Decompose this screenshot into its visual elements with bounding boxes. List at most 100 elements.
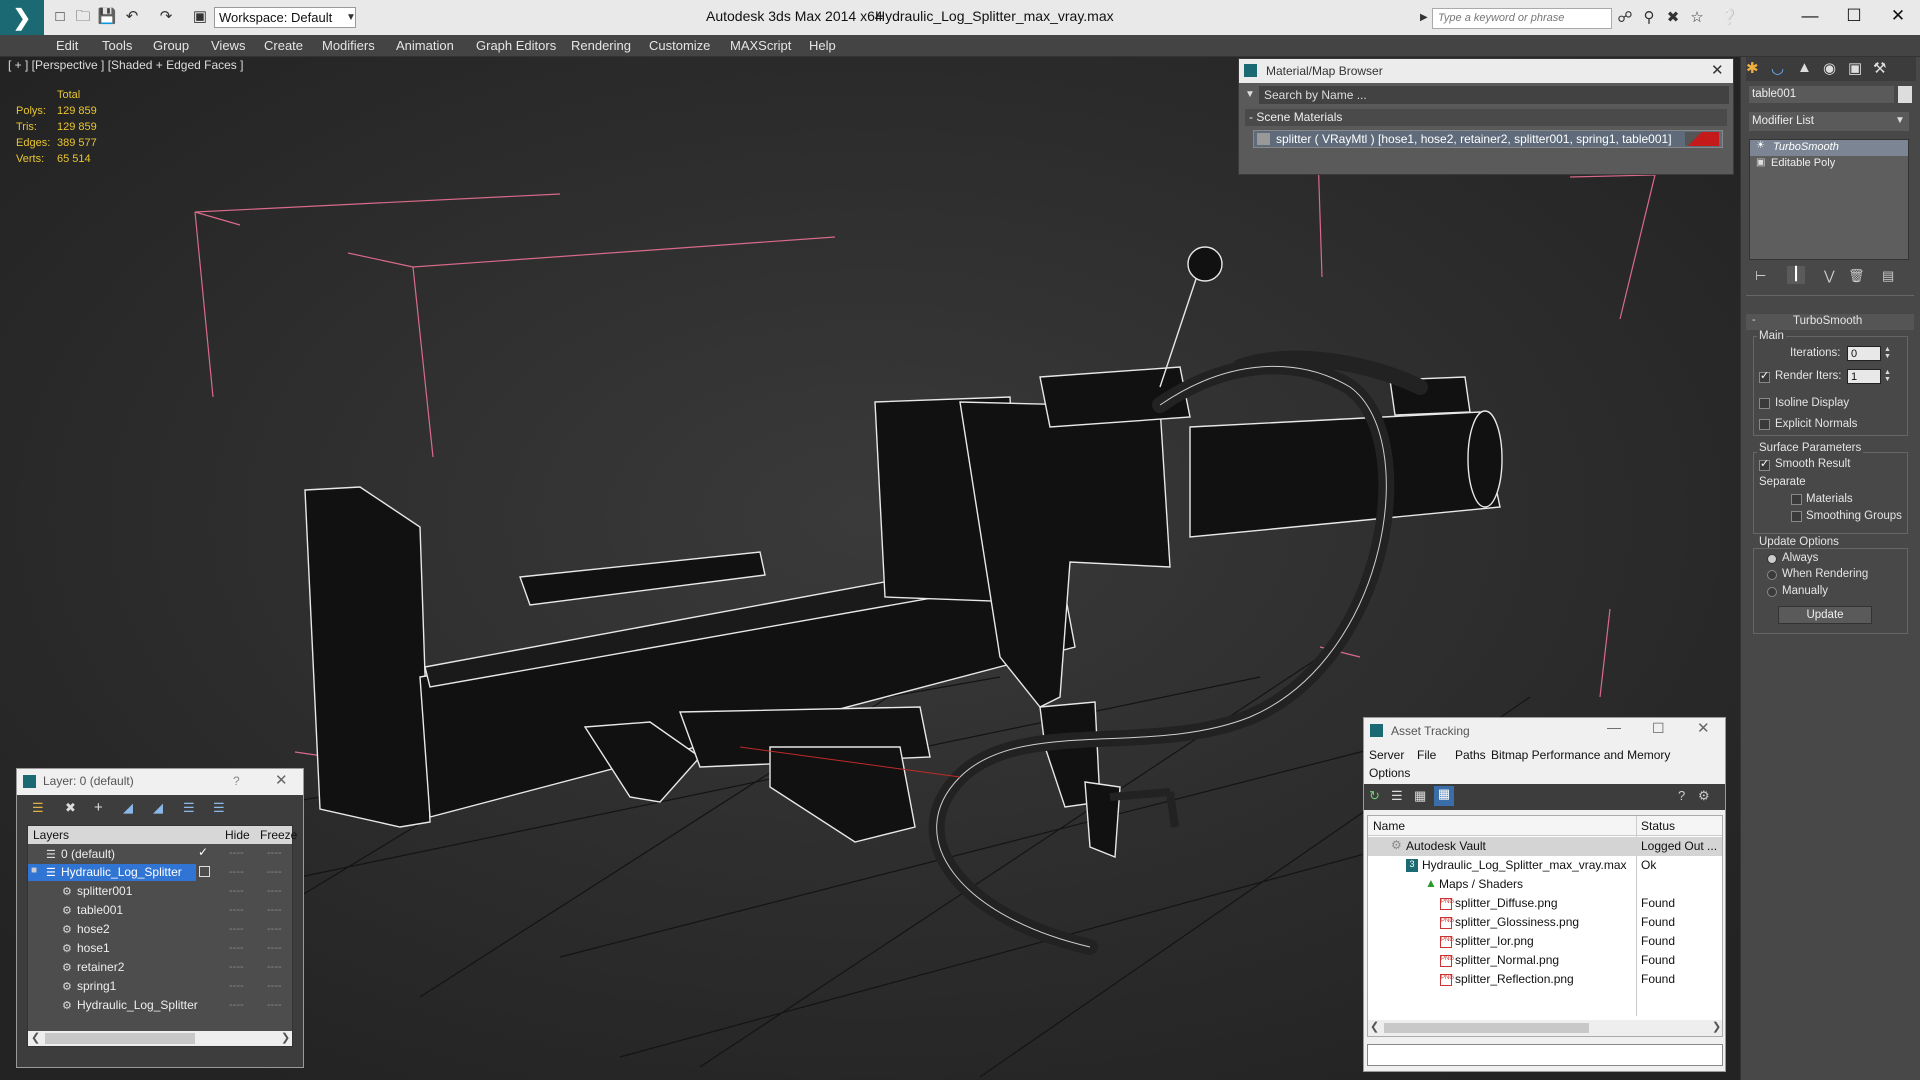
- remove-modifier-icon[interactable]: 🗑: [1848, 268, 1865, 284]
- menu-group[interactable]: Group: [153, 38, 189, 53]
- scrollbar-thumb[interactable]: [45, 1033, 195, 1044]
- new-file-icon[interactable]: □: [50, 7, 70, 27]
- create-layer-icon[interactable]: ☰: [32, 800, 44, 816]
- menu-views[interactable]: Views: [211, 38, 245, 53]
- scene-materials-header[interactable]: - Scene Materials: [1245, 109, 1727, 126]
- asset-path-field[interactable]: [1367, 1044, 1723, 1066]
- menu-animation[interactable]: Animation: [396, 38, 454, 53]
- when-rendering-radio[interactable]: [1767, 570, 1777, 580]
- menu-edit[interactable]: Edit: [56, 38, 78, 53]
- maximize-icon[interactable]: ☐: [1834, 3, 1874, 29]
- freeze-toggle[interactable]: ----: [267, 866, 282, 878]
- chevron-down-icon[interactable]: ▼: [344, 7, 358, 28]
- scroll-right-icon[interactable]: ❯: [281, 1031, 290, 1044]
- binoculars-icon[interactable]: ☍: [1616, 9, 1634, 27]
- asset-name[interactable]: splitter_Diffuse.png: [1455, 894, 1558, 913]
- display-tab-icon[interactable]: ▣: [1848, 59, 1868, 77]
- make-unique-icon[interactable]: ⋁: [1824, 268, 1835, 284]
- close-icon[interactable]: ✕: [1711, 61, 1724, 79]
- help-button[interactable]: ?: [233, 774, 240, 788]
- freeze-toggle[interactable]: ----: [267, 904, 282, 916]
- configure-sets-icon[interactable]: ▤: [1882, 268, 1894, 284]
- freeze-toggle[interactable]: ----: [267, 961, 282, 973]
- freeze-toggle[interactable]: ----: [267, 885, 282, 897]
- freeze-toggle[interactable]: ----: [267, 980, 282, 992]
- layer-object-row[interactable]: splitter001: [77, 882, 132, 901]
- hide-toggle[interactable]: ----: [229, 923, 244, 935]
- close-icon[interactable]: ✕: [1878, 3, 1918, 29]
- render-iters-spinner[interactable]: 1: [1847, 369, 1881, 384]
- key-icon[interactable]: ⚲: [1640, 9, 1658, 27]
- layer-object-row[interactable]: retainer2: [77, 958, 124, 977]
- stack-item-editable-poly[interactable]: Editable Poly: [1771, 157, 1835, 169]
- col-freeze[interactable]: Freeze: [260, 828, 297, 842]
- current-layer-box[interactable]: [199, 866, 210, 877]
- hide-toggle[interactable]: ----: [229, 942, 244, 954]
- workspace-dropdown[interactable]: Workspace: Default: [214, 7, 356, 28]
- hide-toggle[interactable]: ----: [229, 980, 244, 992]
- create-tab-icon[interactable]: ✱: [1746, 59, 1766, 77]
- col-status[interactable]: Status: [1641, 819, 1675, 833]
- list-view-icon[interactable]: ☰: [1391, 788, 1403, 804]
- spinner-arrows-icon[interactable]: ▲ ▼: [1884, 346, 1891, 360]
- settings-icon[interactable]: ⚙: [1698, 788, 1710, 804]
- tools-icon[interactable]: ✖: [1664, 9, 1682, 27]
- freeze-toggle[interactable]: ----: [267, 847, 282, 859]
- freeze-toggle[interactable]: ----: [267, 942, 282, 954]
- freeze-toggle[interactable]: ----: [267, 999, 282, 1011]
- show-end-result-icon[interactable]: ┃: [1787, 266, 1805, 284]
- app-logo-icon[interactable]: ❯: [0, 0, 44, 35]
- freeze-toggle[interactable]: ----: [267, 923, 282, 935]
- scroll-left-icon[interactable]: ❮: [1370, 1020, 1379, 1033]
- asset-name[interactable]: Hydraulic_Log_Splitter_max_vray.max: [1422, 856, 1627, 875]
- select-objects-icon[interactable]: ◢: [123, 800, 133, 816]
- search-by-name-input[interactable]: Search by Name ...: [1259, 86, 1729, 104]
- layer-row-default[interactable]: 0 (default): [61, 845, 115, 864]
- asset-name[interactable]: splitter_Normal.png: [1455, 951, 1559, 970]
- motion-tab-icon[interactable]: ◉: [1823, 59, 1843, 77]
- object-name-field[interactable]: table001: [1749, 86, 1894, 103]
- scroll-right-icon[interactable]: ❯: [1712, 1020, 1721, 1033]
- undo-icon[interactable]: ↶: [122, 7, 142, 27]
- layer-object-row[interactable]: table001: [77, 901, 123, 920]
- table-view-icon[interactable]: ▦: [1434, 786, 1454, 806]
- always-radio[interactable]: [1767, 554, 1777, 564]
- modify-tab-icon[interactable]: ◡: [1771, 59, 1791, 77]
- redo-icon[interactable]: ↷: [156, 7, 176, 27]
- close-icon[interactable]: ✕: [275, 771, 288, 789]
- object-color-swatch[interactable]: [1898, 86, 1912, 103]
- scrollbar-thumb[interactable]: [1384, 1023, 1589, 1033]
- expand-icon[interactable]: ▣: [1756, 157, 1765, 168]
- delete-layer-icon[interactable]: ✖: [65, 800, 76, 816]
- hide-toggle[interactable]: ----: [229, 961, 244, 973]
- asset-name[interactable]: splitter_Ior.png: [1455, 932, 1534, 951]
- hide-toggle[interactable]: ----: [229, 885, 244, 897]
- hierarchy-tab-icon[interactable]: ▲: [1797, 59, 1817, 76]
- help-icon[interactable]: ❔: [1720, 9, 1739, 27]
- open-file-icon[interactable]: 🗀: [73, 7, 93, 27]
- asset-name[interactable]: Maps / Shaders: [1439, 875, 1523, 894]
- asset-name[interactable]: splitter_Reflection.png: [1455, 970, 1574, 989]
- col-hide[interactable]: Hide: [225, 828, 250, 842]
- menu-file[interactable]: File: [1417, 748, 1436, 762]
- highlight-layer-icon[interactable]: ◢: [153, 800, 163, 816]
- layer-object-row[interactable]: spring1: [77, 977, 116, 996]
- hide-toggle[interactable]: ----: [229, 847, 244, 859]
- menu-maxscript[interactable]: MAXScript: [730, 38, 791, 53]
- options-arrow-icon[interactable]: ▼: [1245, 89, 1255, 100]
- expand-arrow-icon[interactable]: ▶: [1420, 12, 1428, 23]
- menu-tools[interactable]: Tools: [102, 38, 132, 53]
- hide-toggle[interactable]: ----: [229, 999, 244, 1011]
- hide-toggle[interactable]: ----: [229, 904, 244, 916]
- update-button[interactable]: Update: [1778, 606, 1872, 624]
- save-icon[interactable]: 💾: [97, 7, 117, 27]
- iterations-spinner[interactable]: 0: [1847, 346, 1881, 361]
- viewport-label[interactable]: [ + ] [Perspective ] [Shaded + Edged Fac…: [8, 58, 243, 72]
- materials-checkbox[interactable]: [1791, 494, 1802, 505]
- manually-radio[interactable]: [1767, 587, 1777, 597]
- light-bulb-icon[interactable]: ☀: [1756, 140, 1765, 151]
- hide-all-icon[interactable]: ☰: [183, 800, 195, 816]
- scroll-left-icon[interactable]: ❮: [31, 1031, 40, 1044]
- menu-server[interactable]: Server: [1369, 748, 1404, 762]
- layer-object-row[interactable]: hose2: [77, 920, 110, 939]
